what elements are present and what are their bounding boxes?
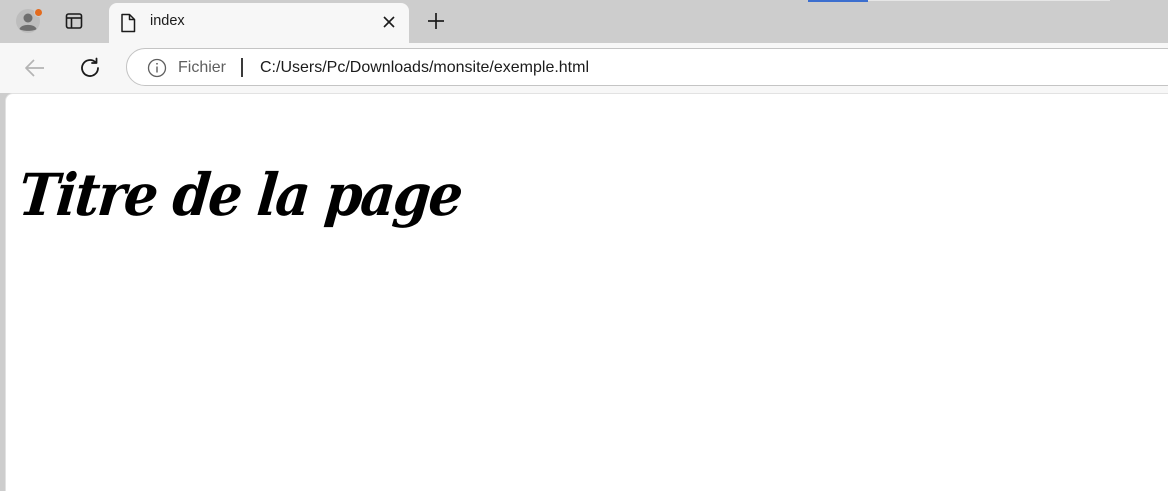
top-accent-line <box>808 0 868 2</box>
info-icon[interactable] <box>147 58 167 78</box>
reload-icon <box>81 57 99 77</box>
tab-close-button[interactable] <box>378 11 400 33</box>
scheme-divider <box>241 58 243 77</box>
profile-button[interactable] <box>12 6 44 36</box>
back-arrow-icon <box>25 59 44 77</box>
page-heading: Titre de la page <box>15 161 465 229</box>
url-text[interactable]: C:/Users/Pc/Downloads/monsite/exemple.ht… <box>260 59 589 77</box>
top-divider-line <box>868 0 1110 1</box>
tab-actions-button[interactable] <box>58 6 90 36</box>
tab-title: index <box>150 13 185 29</box>
tab-actions-icon <box>65 13 83 29</box>
browser-window: index Fichier C:/Users/Pc/Downloads/mons… <box>0 0 1168 491</box>
back-button[interactable] <box>20 53 50 83</box>
reload-button[interactable] <box>75 53 105 83</box>
page-viewport: Titre de la page <box>5 93 1168 491</box>
plus-icon <box>428 13 444 29</box>
new-tab-button[interactable] <box>421 6 451 36</box>
address-bar[interactable]: Fichier C:/Users/Pc/Downloads/monsite/ex… <box>126 48 1168 86</box>
close-icon <box>383 16 395 28</box>
file-icon <box>119 13 137 33</box>
navigation-toolbar: Fichier C:/Users/Pc/Downloads/monsite/ex… <box>0 43 1168 93</box>
profile-status-dot <box>34 8 43 17</box>
tab-index[interactable]: index <box>109 3 409 43</box>
scheme-label: Fichier <box>178 59 227 76</box>
tab-strip: index <box>0 0 1168 43</box>
